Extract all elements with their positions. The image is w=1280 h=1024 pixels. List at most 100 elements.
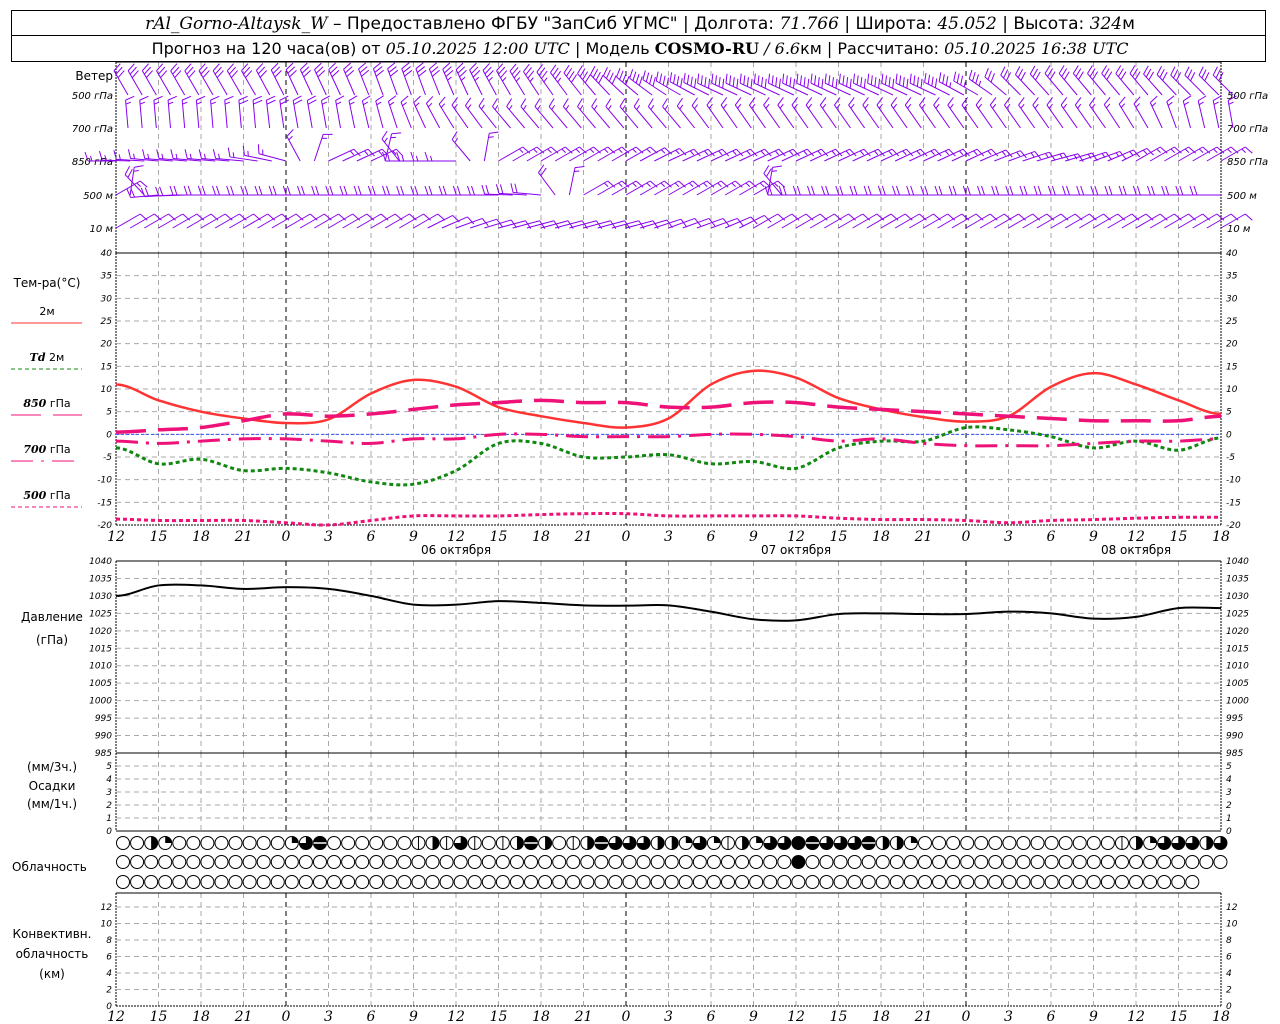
x-tick-label: 18 (872, 529, 890, 545)
wind-barb-feather (956, 73, 960, 84)
wind-barb-feather (415, 62, 424, 70)
wind-barb-feather (913, 75, 916, 85)
wind-barb-half-feather (907, 103, 912, 109)
cloud-cover-symbol (1114, 855, 1129, 869)
cloud-circle (284, 855, 299, 869)
wind-barb-half-feather (557, 77, 562, 83)
wind-barb-half-feather (636, 104, 641, 110)
wind-barb-half-feather (175, 153, 178, 160)
wind-barb-shaft (387, 68, 398, 96)
x-tick-label: 6 (707, 529, 716, 545)
cloud-circle (327, 855, 342, 869)
wind-barb-half-feather (349, 150, 355, 156)
cloud-cover-symbol (453, 855, 468, 869)
wind-barb-feather (388, 66, 397, 73)
cloud-circle (158, 855, 173, 869)
y-tick-label-right: 12 (1226, 903, 1238, 913)
wind-barb-feather (1201, 69, 1207, 79)
cloud-cover-symbol (411, 875, 426, 889)
wind-barb (227, 147, 258, 162)
cloud-circle (721, 855, 736, 869)
cloud-circle (650, 855, 665, 869)
wind-barb-shaft (428, 68, 441, 96)
wind-barb-feather (1193, 185, 1198, 196)
y-tick-label-right: 35 (1226, 272, 1238, 282)
wind-barb (348, 95, 358, 129)
cloud-cover-symbol (889, 855, 904, 869)
cloud-circle (1171, 855, 1186, 869)
cloud-fill (713, 836, 721, 843)
wind-barb-feather (853, 185, 858, 196)
wind-barb (465, 97, 483, 129)
wind-barb-half-feather (632, 148, 637, 153)
x-tick-label: 3 (1004, 529, 1013, 545)
wind-barb-feather (438, 185, 443, 196)
cloud-cover-symbol (974, 875, 989, 889)
wind-barb-half-feather (1016, 151, 1021, 157)
wind-barb-feather (1058, 65, 1065, 74)
wind-barb-feather (1143, 65, 1149, 75)
wind-barb (255, 63, 271, 96)
cloud-circle (1143, 855, 1158, 869)
wind-barb-feather (1075, 68, 1082, 77)
pressure-panel: Давление (гПа) 985 985 990 990 995 995 1000 100… (21, 557, 1249, 759)
wind-barb-half-feather (703, 182, 708, 187)
wind-barb (777, 97, 795, 129)
wind-barb-feather (791, 213, 800, 221)
wind-barb (286, 129, 301, 162)
wind-barb (1197, 95, 1207, 129)
wind-barb-shaft (642, 79, 667, 96)
cloud-circle (270, 855, 285, 869)
wind-barb-feather (230, 185, 235, 196)
wind-barb-feather (899, 75, 902, 85)
wind-barb-feather (1061, 68, 1068, 77)
wind-barb-feather (1047, 68, 1053, 77)
cloud-circle (130, 855, 145, 869)
cloud-circle (819, 875, 834, 889)
wind-barb-shaft (1182, 100, 1191, 129)
wind-barb (520, 98, 540, 129)
wind-barb-feather (892, 78, 895, 89)
y-tick-label-right: 1005 (1226, 679, 1249, 689)
wind-barb-feather (763, 165, 770, 174)
cloud-fill (1136, 836, 1143, 850)
wind-barb-feather (655, 71, 659, 82)
wind-barb-feather (1020, 71, 1026, 81)
cloud-circle (608, 855, 623, 869)
cloud-cover-symbol (200, 875, 215, 889)
cloud-cover-symbol (805, 855, 820, 869)
wind-barb-feather (279, 95, 289, 101)
wind-barb-feather (680, 77, 683, 88)
wind-barb-feather (579, 68, 586, 77)
cloud-cover-symbol (1100, 836, 1115, 850)
wind-barb-half-feather (415, 102, 420, 107)
wind-barb (212, 63, 228, 96)
y-tick-label-right: 2 (1226, 801, 1232, 811)
wind-barb-feather (821, 78, 824, 89)
cloud-circle (664, 875, 679, 889)
wind-barb-feather (173, 185, 178, 196)
cloud-fill (165, 836, 172, 843)
wind-barb-feather (635, 73, 640, 84)
wind-barb-half-feather (430, 155, 433, 162)
cloud-circle (960, 875, 975, 889)
x-tick-label: 9 (409, 529, 418, 545)
wind-barb-feather (811, 185, 815, 196)
wind-barb-feather (616, 67, 621, 78)
cloud-circle (594, 875, 609, 889)
wind-barb-feather (676, 76, 680, 86)
wind-barb-feather (736, 78, 739, 89)
wind-barb-feather (632, 71, 637, 81)
wind-barb-feather (729, 75, 732, 85)
wind-barb (167, 95, 177, 129)
wind-barb-feather (1212, 95, 1222, 102)
wind-barb-shaft (989, 104, 1007, 129)
x-tick-label-bottom: 3 (1004, 1009, 1013, 1024)
y-tick-label-right: 10 (1226, 385, 1238, 395)
wind-barb-feather (605, 98, 612, 107)
wind-barb-half-feather (850, 103, 855, 109)
y-tick-label-left: -10 (97, 476, 112, 486)
wind-barb (1060, 97, 1078, 129)
wind-barb (381, 130, 400, 162)
y-tick-label-left: 2 (106, 986, 112, 996)
